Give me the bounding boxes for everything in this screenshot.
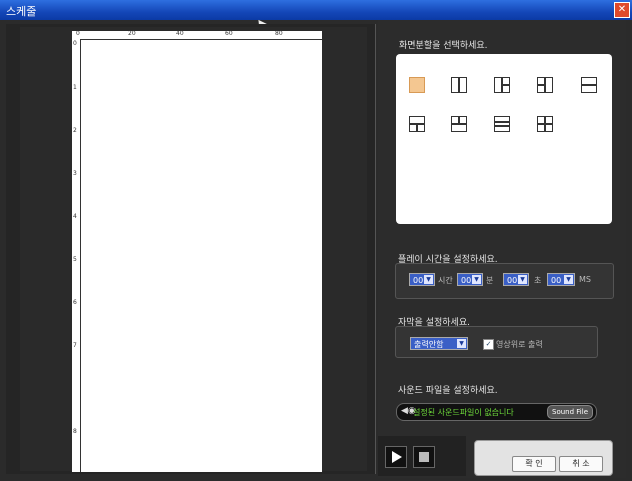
on-video-checkbox[interactable]: ✓ (483, 339, 494, 350)
ruler-v-tick: 1 (73, 84, 77, 91)
sound-status: 설정된 사운드파일이 없습니다 (413, 408, 514, 417)
ruler-v-tick: 6 (73, 299, 77, 306)
hours-unit: 시간 (438, 276, 453, 285)
minutes-unit: 분 (486, 276, 494, 285)
ms-unit: MS (579, 275, 591, 284)
seconds-unit: 초 (534, 276, 542, 285)
layout-title: 화면분할을 선택하세요. (399, 41, 488, 51)
ruler-v-tick: 0 (73, 40, 77, 47)
ruler-h-tick: 0 (76, 30, 80, 37)
layout-option-2-horizontal[interactable] (581, 77, 597, 93)
window-title: 스케줄 (6, 5, 37, 18)
ruler-v-tick: 4 (73, 213, 77, 220)
preview-page[interactable] (81, 40, 322, 472)
ruler-v-tick: 5 (73, 256, 77, 263)
ms-select[interactable]: 00 ▼ (547, 273, 575, 286)
ruler-h-tick: 20 (128, 30, 136, 37)
ruler-v-tick: 3 (73, 170, 77, 177)
cancel-button[interactable]: 취 소 (559, 456, 603, 472)
stop-icon (419, 452, 429, 462)
layout-picker (396, 54, 612, 224)
ruler-v-tick: 8 (73, 428, 77, 435)
ruler-h-tick: 40 (176, 30, 184, 37)
layout-option-3-left[interactable] (494, 77, 510, 93)
hours-select[interactable]: 00 ▼ (409, 273, 435, 286)
sound-title: 사운드 파일을 설정하세요. (398, 386, 498, 396)
sound-file-button[interactable]: Sound File (547, 405, 593, 419)
layout-option-3-right[interactable] (537, 77, 553, 93)
layout-option-single[interactable] (409, 77, 425, 93)
horizontal-ruler (72, 31, 322, 40)
ruler-h-tick: 60 (225, 30, 233, 37)
sound-file-bar: ◀◉ 설정된 사운드파일이 없습니다 Sound File (396, 403, 597, 421)
layout-option-3-top[interactable] (409, 116, 425, 132)
layout-option-3-bottom[interactable] (451, 116, 467, 132)
layout-option-3-rows[interactable] (494, 116, 510, 132)
stop-button[interactable] (413, 446, 435, 468)
layout-option-2-vertical[interactable] (451, 77, 467, 93)
ok-button[interactable]: 확 인 (512, 456, 556, 472)
dialog-footer: 확 인 취 소 (474, 440, 613, 476)
seconds-select[interactable]: 00 ▼ (503, 273, 529, 286)
on-video-label: 영상위로 출력 (496, 340, 543, 349)
ruler-h-tick: 80 (275, 30, 283, 37)
layout-option-4-grid[interactable] (537, 116, 553, 132)
close-icon[interactable]: ✕ (614, 2, 630, 18)
schedule-window: 스케줄 ✕ 0 20 40 60 80 0 1 2 3 4 5 6 7 8 화면… (0, 0, 632, 481)
title-bar: 스케줄 ✕ (0, 0, 632, 20)
play-icon (392, 451, 402, 463)
ruler-v-tick: 2 (73, 127, 77, 134)
minutes-select[interactable]: 00 ▼ (457, 273, 483, 286)
subtitle-output-select[interactable]: 출력안함 ▼ (410, 337, 468, 350)
play-button[interactable] (385, 446, 407, 468)
ruler-v-tick: 7 (73, 342, 77, 349)
